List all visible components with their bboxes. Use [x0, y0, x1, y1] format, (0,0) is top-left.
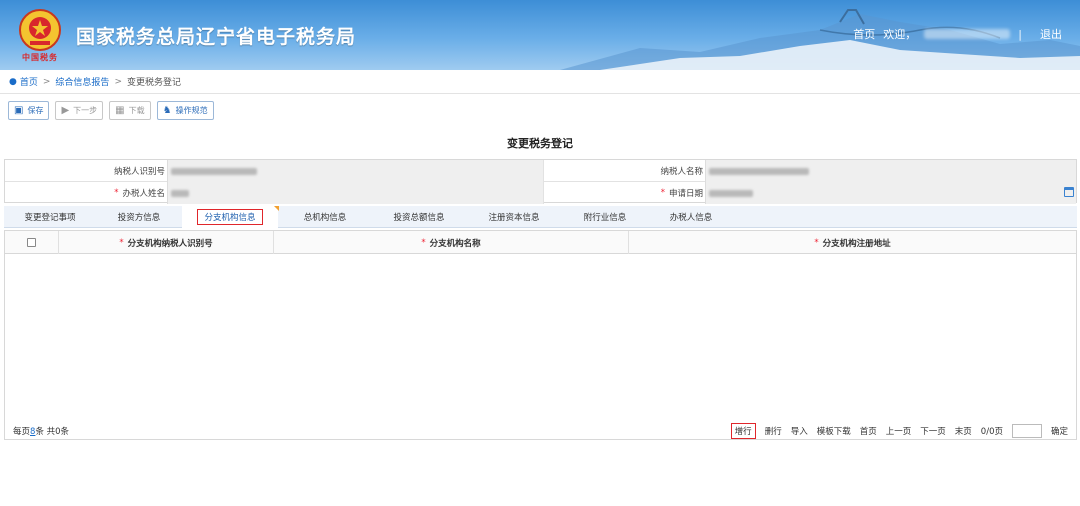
- taxpayer-id-redacted: [171, 167, 257, 175]
- handler-value[interactable]: [167, 182, 543, 204]
- col-branch-address: * 分支机构注册地址: [814, 237, 891, 249]
- calendar-icon[interactable]: [1064, 187, 1074, 197]
- breadcrumb-parent[interactable]: 综合信息报告: [55, 75, 109, 88]
- info-row: 纳税人识别号 纳税人名称: [5, 160, 1076, 182]
- welcome-text: 欢迎，: [883, 28, 917, 41]
- taxpayer-name-value: [705, 160, 1076, 182]
- add-row-button[interactable]: 增行: [730, 423, 756, 439]
- tab-branch[interactable]: 分支机构信息: [182, 206, 278, 228]
- form-title: 变更税务登记: [507, 137, 573, 150]
- page-jump-input[interactable]: [1011, 424, 1042, 438]
- play-icon: ▶: [61, 105, 70, 116]
- next-page-button[interactable]: 下一页: [920, 425, 946, 437]
- tab-investor[interactable]: 投资方信息: [96, 206, 182, 228]
- pager: 增行 删行 导入 模板下载 首页 上一页 下一页 末页 0/0页 确定: [730, 423, 1068, 439]
- breadcrumb-current: 变更税务登记: [126, 78, 181, 88]
- import-button[interactable]: 导入: [791, 425, 808, 437]
- logout-link[interactable]: 退出: [1040, 26, 1062, 42]
- breadcrumb: ● 首页 > 综合信息报告 > 变更税务登记: [0, 70, 1080, 94]
- site-title: 国家税务总局辽宁省电子税务局: [76, 26, 357, 48]
- tab-change-items[interactable]: 变更登记事项: [4, 206, 96, 228]
- download-icon: ▦: [115, 105, 125, 116]
- select-all-cell: [5, 231, 59, 254]
- col-branch-id: * 分支机构纳税人识别号: [59, 231, 274, 254]
- site-header: 中国税务 国家税务总局辽宁省电子税务局 首页 欢迎， | 退出: [0, 0, 1080, 70]
- taxpayer-info-grid: 纳税人识别号 纳税人名称 * 办税人姓名 * 申请日期: [4, 159, 1077, 204]
- template-download-button[interactable]: 模板下载: [817, 425, 851, 437]
- prev-page-button[interactable]: 上一页: [886, 425, 912, 437]
- users-icon: ♞: [162, 105, 172, 116]
- taxpayer-id-label: 纳税人识别号: [113, 167, 165, 177]
- taxpayer-id-value: [167, 160, 543, 182]
- table-header: * 分支机构纳税人识别号 * 分支机构名称 * 分支机构注册地址: [5, 231, 1076, 254]
- floppy-icon: ▣: [14, 105, 24, 116]
- tab-registered-capital[interactable]: 注册资本信息: [466, 206, 562, 228]
- page-count: 0/0页: [980, 427, 1003, 437]
- info-row: * 办税人姓名 * 申请日期: [5, 182, 1076, 204]
- breadcrumb-sep: >: [42, 76, 51, 87]
- breadcrumb-home[interactable]: 首页: [20, 75, 38, 88]
- last-page-button[interactable]: 末页: [955, 425, 972, 437]
- apply-date-redacted: [709, 189, 753, 197]
- tab-handler[interactable]: 办税人信息: [648, 206, 734, 228]
- handler-redacted: [171, 189, 189, 197]
- tab-industry[interactable]: 附行业信息: [562, 206, 648, 228]
- home-link[interactable]: 首页: [853, 26, 875, 42]
- apply-date-field[interactable]: [705, 182, 1076, 204]
- confirm-button[interactable]: 确定: [1051, 425, 1068, 437]
- handler-label: * 办税人姓名: [114, 188, 165, 199]
- taxpayer-name-label: 纳税人名称: [543, 160, 705, 182]
- col-branch-name: * 分支机构名称: [274, 231, 629, 254]
- modified-marker-icon: [274, 206, 279, 211]
- breadcrumb-sep: >: [114, 76, 122, 87]
- required-mark: *: [660, 188, 665, 198]
- download-button[interactable]: ▦ 下载: [109, 101, 151, 120]
- apply-date-label: * 申请日期: [543, 182, 705, 204]
- branch-table: * 分支机构纳税人识别号 * 分支机构名称 * 分支机构注册地址 每页8条 共0…: [4, 230, 1077, 440]
- nav-separator: |: [1018, 27, 1022, 41]
- toolbar: ▣ 保存 ▶ 下一步 ▦ 下载 ♞ 操作规范: [8, 101, 214, 120]
- table-footer: 每页8条 共0条 增行 删行 导入 模板下载 首页 上一页 下一页 末页 0/0…: [5, 421, 1076, 441]
- first-page-button[interactable]: 首页: [860, 425, 877, 437]
- taxpayer-name-redacted: [709, 167, 809, 175]
- page-size-info: 每页8条 共0条: [13, 427, 70, 437]
- logo-script-text: 中国税务: [22, 52, 58, 62]
- location-pin-icon: ●: [9, 76, 17, 87]
- top-nav: 首页 欢迎， | 退出: [845, 26, 1062, 42]
- tab-bar: 变更登记事项 投资方信息 分支机构信息 总机构信息 投资总额信息 注册资本信息 …: [4, 206, 1077, 228]
- save-button[interactable]: ▣ 保存: [8, 101, 50, 120]
- next-step-button[interactable]: ▶ 下一步: [55, 101, 104, 120]
- required-mark: *: [114, 188, 119, 198]
- tab-headquarters[interactable]: 总机构信息: [278, 206, 372, 228]
- delete-row-button[interactable]: 删行: [765, 425, 782, 437]
- tax-emblem-icon: [19, 9, 61, 51]
- tab-total-investment[interactable]: 投资总额信息: [372, 206, 466, 228]
- select-all-checkbox[interactable]: [27, 238, 36, 247]
- guide-button[interactable]: ♞ 操作规范: [156, 101, 214, 120]
- user-name-redacted: [924, 29, 1011, 39]
